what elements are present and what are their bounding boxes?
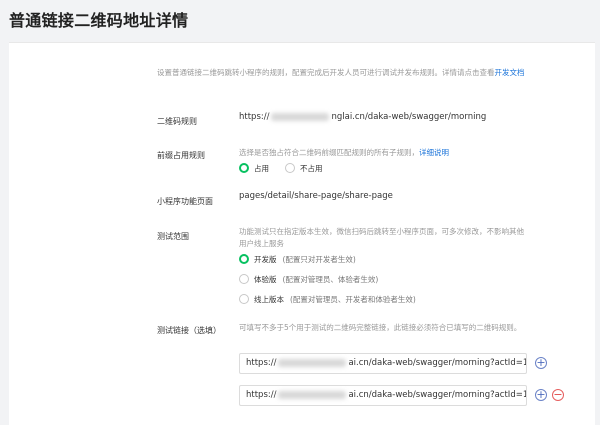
scope-option-trial[interactable]: 体验版 (配置对管理员、体验者生效) [239, 272, 529, 286]
test-link-input-2[interactable]: https:// ai.cn/daka-web/swagger/morning?a… [239, 385, 527, 406]
mini-page-label: 小程序功能页面 [157, 197, 213, 206]
redacted-domain [278, 390, 347, 399]
radio-occupy-label[interactable]: 占用 [254, 163, 269, 174]
test-link-2-suffix: ai.cn/daka-web/swagger/morning?actId=140… [348, 390, 526, 400]
remove-link-button[interactable]: − [552, 389, 564, 401]
add-link-button[interactable]: + [535, 357, 547, 369]
add-link-button-2[interactable]: + [535, 389, 547, 401]
dev-docs-link[interactable]: 开发文档 [495, 68, 525, 77]
radio-trial[interactable] [239, 274, 249, 284]
radio-trial-note: (配置对管理员、体验者生效) [282, 274, 379, 284]
radio-online-note: (配置对管理员、开发者和体验者生效) [290, 294, 416, 304]
redacted-domain [271, 112, 330, 121]
radio-dev[interactable] [239, 254, 249, 264]
radio-dev-note: (配置只对开发者生效) [282, 254, 356, 264]
test-links-label: 测试链接（选填） [157, 326, 221, 335]
test-link-input-1[interactable]: https:// ai.cn/daka-web/swagger/morning?a… [239, 353, 527, 374]
radio-not-occupy-label[interactable]: 不占用 [300, 163, 323, 174]
qr-rule-prefix: https:// [239, 112, 270, 122]
radio-online[interactable] [239, 294, 249, 304]
redacted-domain [278, 358, 347, 367]
test-link-1-suffix: ai.cn/daka-web/swagger/morning?actId=139… [348, 358, 526, 368]
scope-option-online[interactable]: 线上版本 (配置对管理员、开发者和体验者生效) [239, 292, 529, 306]
intro-text: 设置普通链接二维码跳转小程序的规则，配置完成后开发人员可进行调试并发布规则。详情… [157, 68, 495, 77]
radio-not-occupy[interactable] [285, 163, 295, 173]
prefix-rule-desc-text: 选择是否独占符合二维码前缀匹配规则的所有子规则， [239, 148, 419, 157]
test-link-2-prefix: https:// [246, 390, 277, 400]
radio-occupy[interactable] [239, 163, 249, 173]
details-link[interactable]: 详细说明 [419, 148, 449, 157]
prefix-rule-label: 前缀占用规则 [157, 151, 205, 160]
test-scope-description: 功能测试只在指定版本生效，微信扫码后跳转至小程序页面，可多次修改，不影响其他用户… [239, 227, 524, 248]
radio-trial-label[interactable]: 体验版 [254, 274, 277, 285]
prefix-rule-description: 选择是否独占符合二维码前缀匹配规则的所有子规则，详细说明 [239, 147, 449, 159]
form-card: 设置普通链接二维码跳转小程序的规则，配置完成后开发人员可进行调试并发布规则。详情… [9, 42, 595, 425]
qr-rule-suffix: nglai.cn/daka-web/swagger/morning [331, 112, 487, 122]
intro-description: 设置普通链接二维码跳转小程序的规则，配置完成后开发人员可进行调试并发布规则。详情… [157, 67, 532, 79]
prefix-rule-options: 占用 不占用 [239, 161, 449, 175]
page-title: 普通链接二维码地址详情 [9, 11, 189, 30]
mini-page-value: pages/detail/share-page/share-page [239, 191, 393, 201]
test-link-1-prefix: https:// [246, 358, 277, 368]
test-links-description: 可填写不多于5个用于测试的二维码完整链接，此链接必须符合已填写的二维码规则。 [239, 323, 522, 332]
qr-rule-value: https:// nglai.cn/daka-web/swagger/mornin… [239, 112, 486, 122]
qr-rule-label: 二维码规则 [157, 117, 197, 126]
radio-online-label[interactable]: 线上版本 [254, 294, 284, 305]
scope-option-dev[interactable]: 开发版 (配置只对开发者生效) [239, 252, 529, 266]
test-scope-label: 测试范围 [157, 232, 189, 241]
radio-dev-label[interactable]: 开发版 [254, 254, 277, 265]
